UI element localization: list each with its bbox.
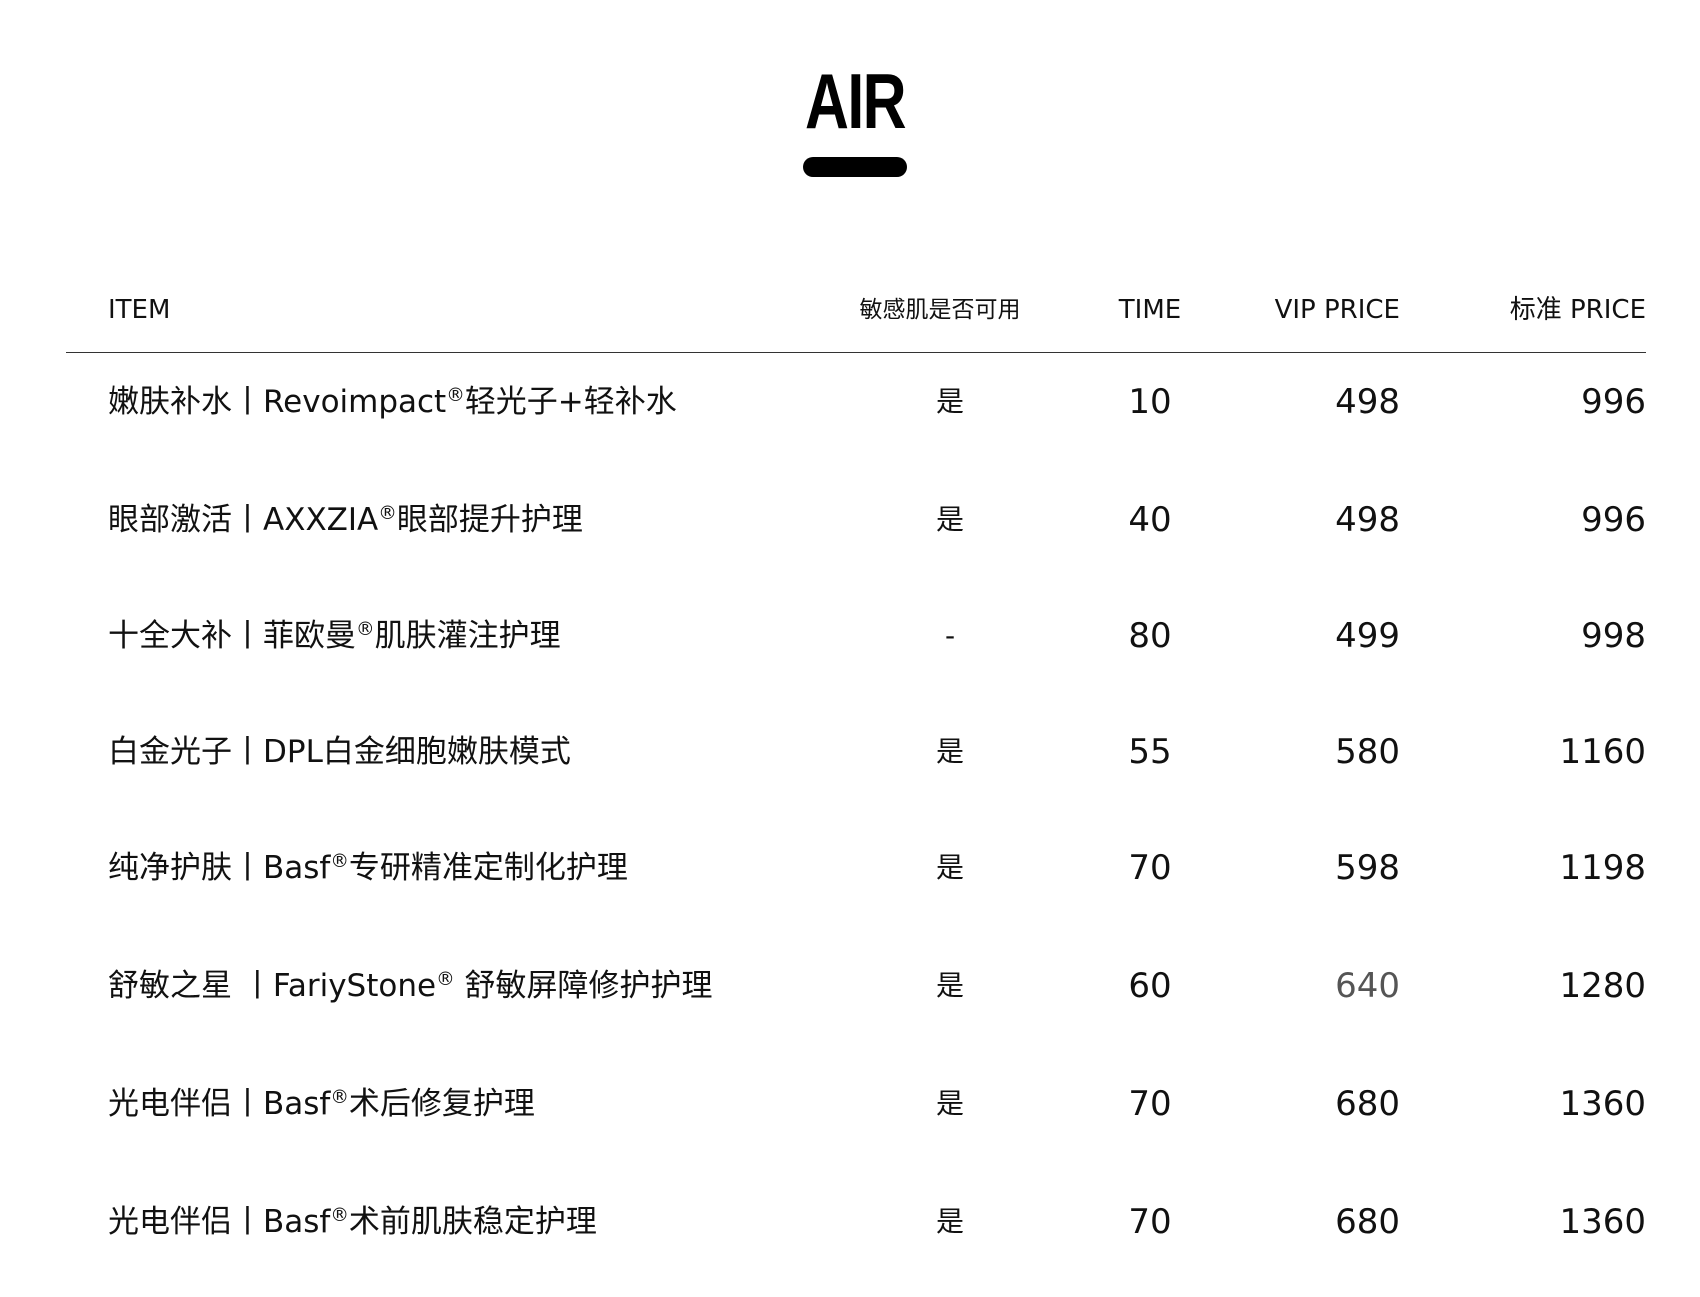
row-standard-price: 1198 — [1559, 848, 1646, 888]
row-item-name: 嫩肤补水丨Revoimpact®轻光子+轻补水 — [108, 384, 677, 420]
row-vip-price: 598 — [1335, 848, 1400, 888]
row-time: 55 — [1128, 732, 1172, 772]
row-vip-price: 640 — [1335, 966, 1400, 1006]
row-standard-price: 1280 — [1559, 966, 1646, 1006]
row-item-name: 白金光子丨DPL白金细胞嫩肤模式 — [108, 734, 571, 770]
row-standard-price: 996 — [1581, 382, 1646, 422]
row-sensitive: 是 — [935, 503, 964, 536]
row-sensitive: 是 — [935, 1087, 964, 1120]
table-row: 嫩肤补水丨Revoimpact®轻光子+轻补水 是 10 498 996 — [0, 376, 1700, 428]
row-standard-price: 1360 — [1559, 1084, 1646, 1124]
row-sensitive: 是 — [935, 969, 964, 1002]
row-time: 40 — [1128, 500, 1172, 540]
row-time: 10 — [1128, 382, 1172, 422]
row-sensitive: 是 — [935, 735, 964, 768]
row-item-name: 光电伴侣丨Basf®术前肌肤稳定护理 — [108, 1204, 597, 1240]
table-row: 十全大补丨菲欧曼®肌肤灌注护理 - 80 499 998 — [0, 610, 1700, 662]
row-sensitive: - — [944, 619, 956, 652]
row-standard-price: 996 — [1581, 500, 1646, 540]
row-time: 70 — [1128, 848, 1172, 888]
price-table: 嫩肤补水丨Revoimpact®轻光子+轻补水 是 10 498 996 眼部激… — [0, 0, 1700, 1297]
row-vip-price: 498 — [1335, 500, 1400, 540]
row-sensitive: 是 — [935, 385, 964, 418]
row-vip-price: 499 — [1335, 616, 1400, 656]
row-standard-price: 1360 — [1559, 1202, 1646, 1242]
row-time: 60 — [1128, 966, 1172, 1006]
row-standard-price: 998 — [1581, 616, 1646, 656]
row-time: 70 — [1128, 1084, 1172, 1124]
row-item-name: 眼部激活丨AXXZIA®眼部提升护理 — [108, 502, 583, 538]
table-row: 舒敏之星 丨FariyStone® 舒敏屏障修护护理 是 60 640 1280 — [0, 960, 1700, 1012]
row-standard-price: 1160 — [1559, 732, 1646, 772]
row-item-name: 光电伴侣丨Basf®术后修复护理 — [108, 1086, 535, 1122]
row-item-name: 纯净护肤丨Basf®专研精准定制化护理 — [108, 850, 628, 886]
row-sensitive: 是 — [935, 851, 964, 884]
row-item-name: 舒敏之星 丨FariyStone® 舒敏屏障修护护理 — [108, 968, 713, 1004]
row-vip-price: 680 — [1335, 1084, 1400, 1124]
row-time: 70 — [1128, 1202, 1172, 1242]
table-row: 眼部激活丨AXXZIA®眼部提升护理 是 40 498 996 — [0, 494, 1700, 546]
table-row: 纯净护肤丨Basf®专研精准定制化护理 是 70 598 1198 — [0, 842, 1700, 894]
row-vip-price: 680 — [1335, 1202, 1400, 1242]
row-sensitive: 是 — [935, 1205, 964, 1238]
table-row: 光电伴侣丨Basf®术前肌肤稳定护理 是 70 680 1360 — [0, 1196, 1700, 1248]
row-item-name: 十全大补丨菲欧曼®肌肤灌注护理 — [108, 618, 561, 654]
table-row: 白金光子丨DPL白金细胞嫩肤模式 是 55 580 1160 — [0, 726, 1700, 778]
row-vip-price: 580 — [1335, 732, 1400, 772]
table-row: 光电伴侣丨Basf®术后修复护理 是 70 680 1360 — [0, 1078, 1700, 1130]
row-time: 80 — [1128, 616, 1172, 656]
row-vip-price: 498 — [1335, 382, 1400, 422]
